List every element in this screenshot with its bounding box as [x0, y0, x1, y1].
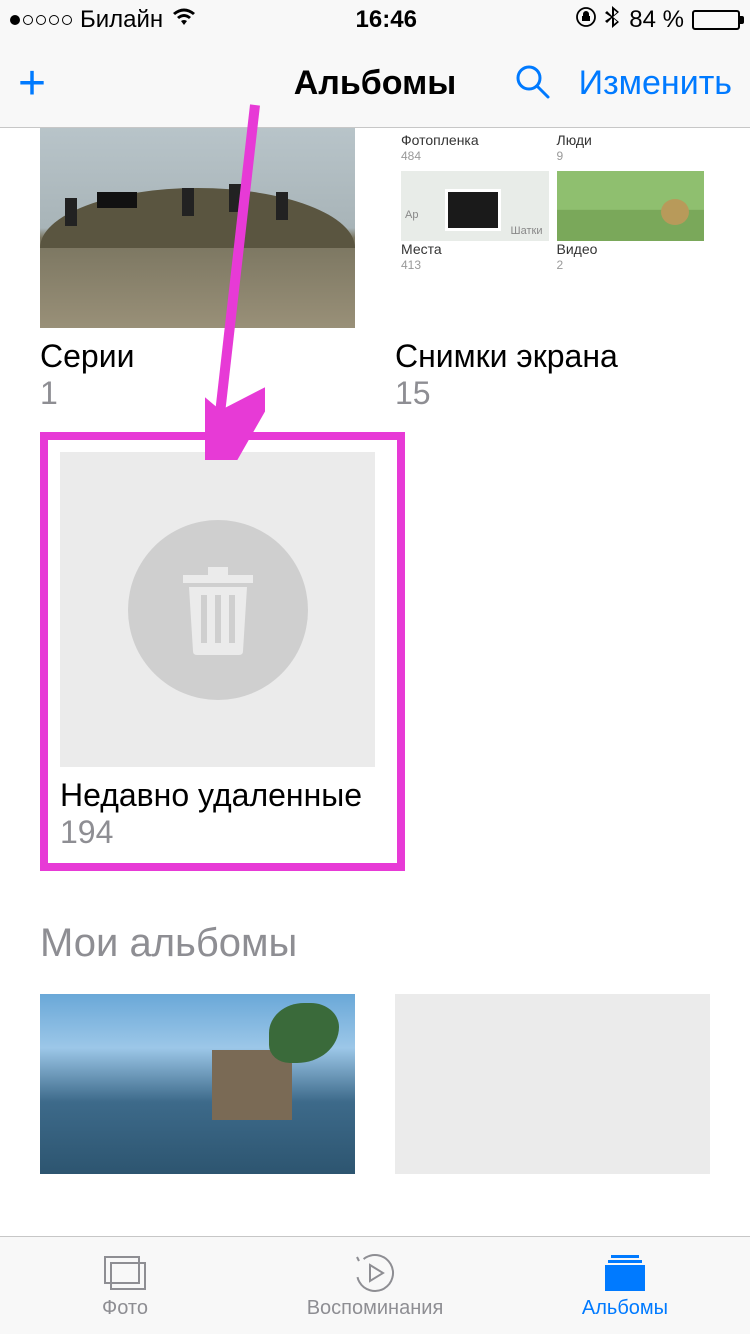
search-icon	[513, 62, 551, 100]
tab-label: Воспоминания	[307, 1297, 444, 1320]
album-recently-deleted[interactable]: Недавно удаленные 194	[60, 452, 375, 851]
tab-albums[interactable]: Альбомы	[500, 1237, 750, 1334]
album-title: Серии	[40, 338, 355, 375]
mini-count: 2	[557, 258, 705, 272]
map-city: Ар	[405, 209, 418, 221]
album-thumbnail	[40, 994, 355, 1174]
map-city: Шатки	[511, 225, 543, 237]
nav-bar: + Альбомы Изменить	[0, 40, 750, 128]
section-my-albums: Мои альбомы	[40, 921, 710, 966]
mini-count: 9	[557, 149, 705, 163]
album-series[interactable]: Серии 1	[40, 128, 355, 412]
add-button[interactable]: +	[18, 60, 46, 108]
signal-strength-icon	[10, 15, 72, 25]
tab-bar: Фото Воспоминания Альбомы	[0, 1236, 750, 1334]
status-left: Билайн	[10, 6, 197, 34]
mini-label: Места	[401, 241, 549, 258]
mini-count: 484	[401, 149, 549, 163]
photos-icon	[100, 1251, 150, 1295]
edit-button[interactable]: Изменить	[579, 64, 732, 103]
orientation-lock-icon	[575, 6, 597, 35]
album-count: 194	[60, 814, 375, 851]
album-thumbnail: Фотопленка 484 Люди 9 Ар Шатки Места	[395, 128, 710, 328]
status-right: 84 %	[575, 5, 740, 36]
nav-title: Альбомы	[294, 64, 457, 103]
tab-label: Фото	[102, 1297, 148, 1320]
memories-icon	[350, 1251, 400, 1295]
battery-percent: 84 %	[629, 6, 684, 34]
album-thumbnail	[395, 994, 710, 1174]
tab-memories[interactable]: Воспоминания	[250, 1237, 500, 1334]
bluetooth-icon	[605, 5, 621, 36]
trash-icon	[173, 557, 263, 662]
tab-photos[interactable]: Фото	[0, 1237, 250, 1334]
battery-icon	[692, 10, 740, 30]
album-thumbnail	[60, 452, 375, 767]
album-thumbnail	[40, 128, 355, 328]
mini-count: 413	[401, 258, 549, 272]
my-album-item[interactable]	[395, 994, 710, 1174]
mini-label: Видео	[557, 241, 705, 258]
albums-icon	[600, 1251, 650, 1295]
wifi-icon	[171, 6, 197, 34]
mini-map-thumb: Ар Шатки	[401, 171, 549, 241]
carrier-label: Билайн	[80, 6, 163, 34]
status-bar: Билайн 16:46 84 %	[0, 0, 750, 40]
album-title: Снимки экрана	[395, 338, 710, 375]
album-count: 15	[395, 375, 710, 412]
mini-label: Фотопленка	[401, 132, 549, 149]
album-screenshots[interactable]: Фотопленка 484 Люди 9 Ар Шатки Места	[395, 128, 710, 412]
status-time: 16:46	[356, 6, 417, 34]
annotation-highlight: Недавно удаленные 194	[40, 432, 405, 871]
tab-label: Альбомы	[582, 1297, 668, 1320]
content-scroll[interactable]: Серии 1 Фотопленка 484 Люди 9	[0, 128, 750, 1236]
my-album-item[interactable]	[40, 994, 355, 1174]
search-button[interactable]	[513, 62, 551, 105]
album-title: Недавно удаленные	[60, 777, 375, 814]
album-count: 1	[40, 375, 355, 412]
mini-label: Люди	[557, 132, 705, 149]
mini-video-thumb	[557, 171, 705, 241]
